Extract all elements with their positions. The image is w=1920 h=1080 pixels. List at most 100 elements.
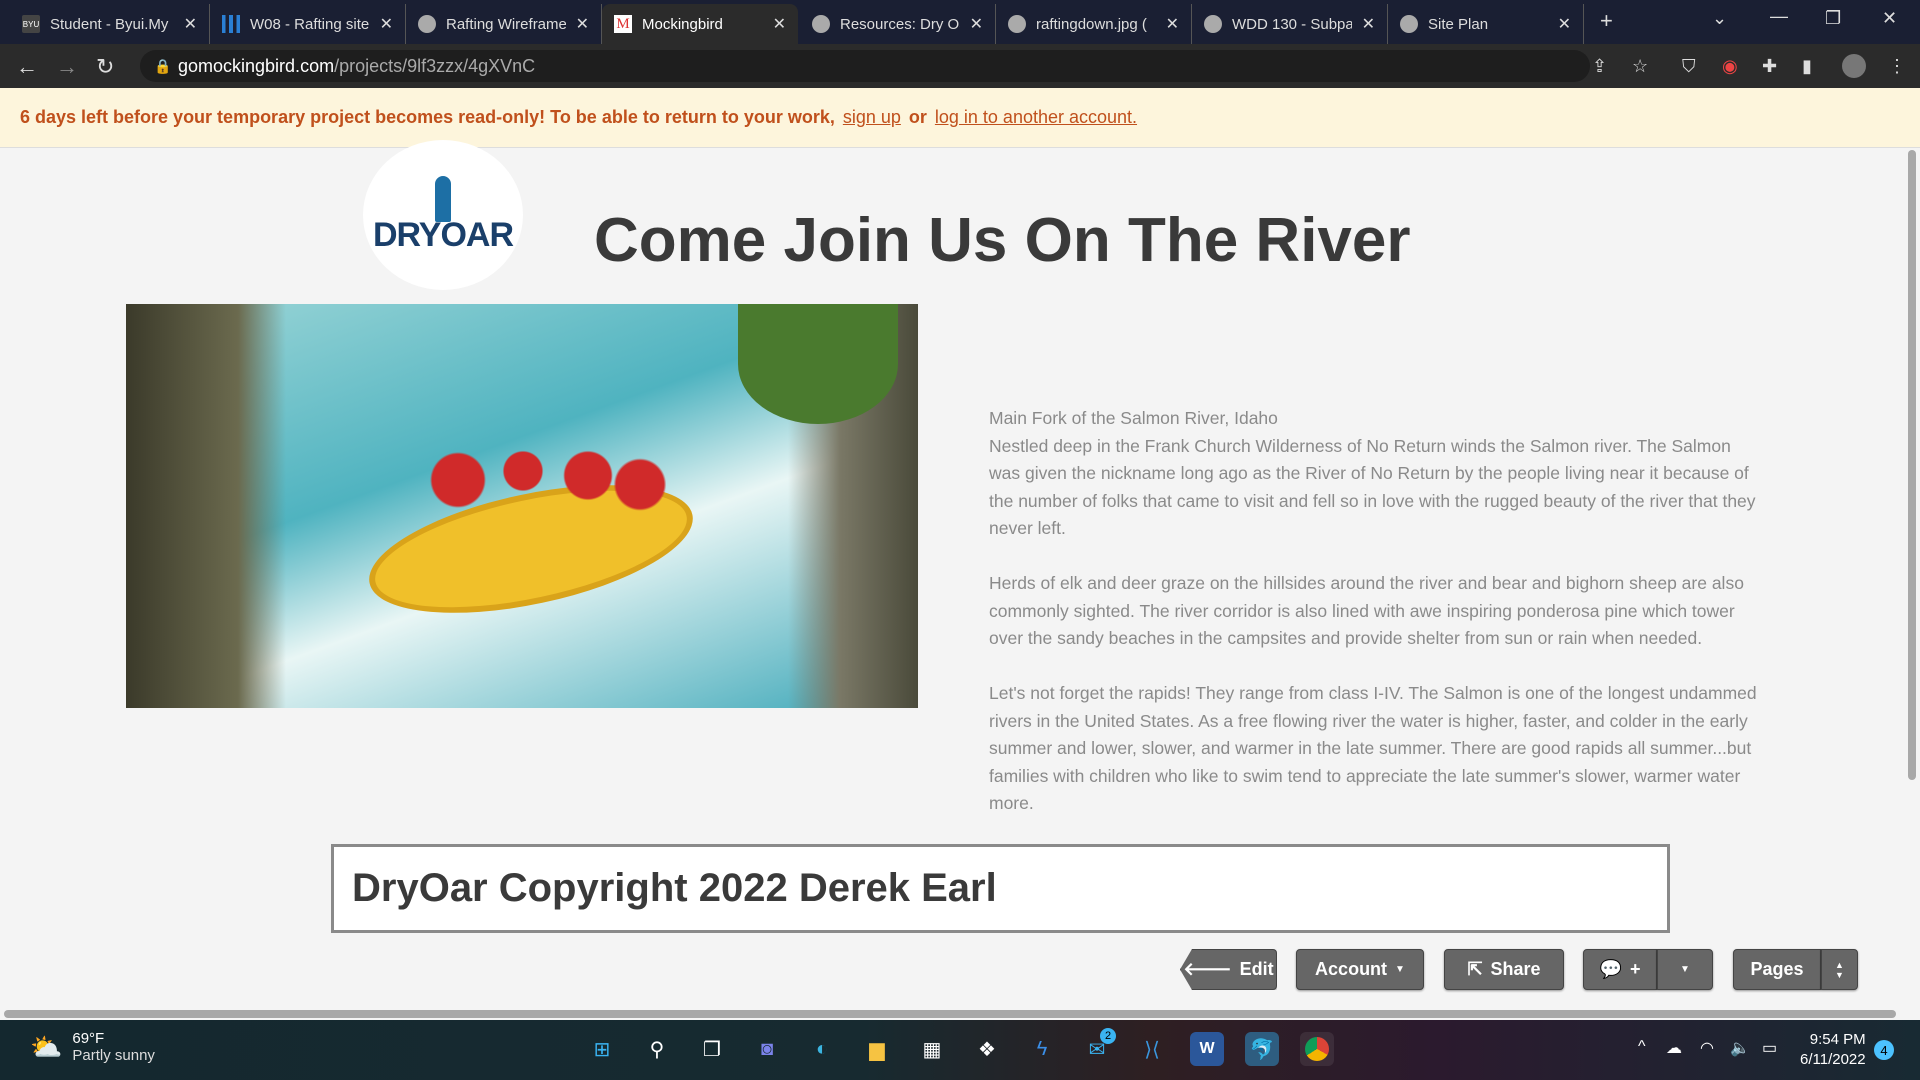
color-extension-icon[interactable]: ◉ <box>1722 56 1738 77</box>
close-icon[interactable]: ✕ <box>1362 14 1375 34</box>
tab-student-byui[interactable]: BYU Student - Byui.My ✕ <box>10 4 210 44</box>
window-close-icon[interactable]: ✕ <box>1882 8 1897 29</box>
tab-site-plan[interactable]: Site Plan ✕ <box>1388 4 1584 44</box>
paragraph: Nestled deep in the Frank Church Wildern… <box>989 435 1756 539</box>
caret-down-icon: ▼ <box>1680 964 1690 975</box>
mail-icon[interactable]: ✉ 2 <box>1080 1028 1116 1066</box>
microsoft-store-icon[interactable]: ▦ <box>915 1032 949 1066</box>
close-icon[interactable]: ✕ <box>1166 14 1179 34</box>
tab-mockingbird[interactable]: M Mockingbird ✕ <box>602 4 798 44</box>
rafters <box>406 444 666 534</box>
close-icon[interactable]: ✕ <box>1558 14 1571 34</box>
paragraph: Herds of elk and deer graze on the hills… <box>989 573 1744 648</box>
chart-icon <box>222 15 240 33</box>
clock[interactable]: 9:54 PM 6/11/2022 <box>1800 1030 1866 1070</box>
pages-button[interactable]: Pages <box>1733 949 1821 990</box>
tab-wdd130[interactable]: WDD 130 - Subpa ✕ <box>1192 4 1388 44</box>
close-icon[interactable]: ✕ <box>184 14 197 34</box>
caret-down-icon[interactable]: ▼ <box>1835 970 1844 980</box>
url-input[interactable]: 🔒 gomockingbird.com/projects/9lf3zzx/4gX… <box>140 50 1590 82</box>
word-icon[interactable]: W <box>1190 1032 1224 1066</box>
task-view-icon[interactable]: ❐ <box>695 1032 729 1066</box>
file-explorer-icon[interactable]: ▆ <box>860 1032 894 1066</box>
mail-badge: 2 <box>1100 1028 1116 1044</box>
tab-resources[interactable]: Resources: Dry Oar ✕ <box>800 4 996 44</box>
onedrive-cloud-icon[interactable]: ☁ <box>1666 1038 1682 1058</box>
lock-icon: 🔒 <box>154 57 172 74</box>
volume-icon[interactable]: 🔈 <box>1730 1038 1750 1058</box>
app-bolt-icon[interactable]: ϟ <box>1025 1032 1059 1066</box>
horizontal-scrollbar[interactable] <box>4 1010 1896 1018</box>
reload-icon[interactable]: ↻ <box>96 54 114 80</box>
forward-icon[interactable]: → <box>56 54 78 80</box>
paragraph: Let's not forget the rapids! They range … <box>989 683 1757 813</box>
restore-icon[interactable]: ❐ <box>1825 8 1841 29</box>
back-icon[interactable]: ← <box>16 54 38 80</box>
extensions-puzzle-icon[interactable]: ✚ <box>1762 56 1777 77</box>
rock-left <box>126 304 286 708</box>
byu-icon: BYU <box>22 15 40 33</box>
close-icon[interactable]: ✕ <box>576 14 589 34</box>
tree <box>738 304 898 424</box>
read-only-warning-banner: 6 days left before your temporary projec… <box>0 88 1920 148</box>
add-comment-button[interactable]: 💬 + <box>1583 949 1657 990</box>
weather-widget[interactable]: ⛅ 69°F Partly sunny <box>30 1030 155 1064</box>
start-windows-icon[interactable]: ⊞ <box>585 1032 619 1066</box>
tab-bar: BYU Student - Byui.My ✕ W08 - Rafting site… <box>0 0 1920 44</box>
account-button[interactable]: Account ▼ <box>1296 949 1424 990</box>
vertical-scrollbar[interactable] <box>1908 150 1916 780</box>
teams-chat-icon[interactable]: ◙ <box>750 1032 784 1066</box>
tab-raftingdown[interactable]: raftingdown.jpg (✕ <box>996 4 1192 44</box>
notification-badge[interactable]: 4 <box>1874 1040 1894 1060</box>
profile-avatar[interactable] <box>1842 54 1866 78</box>
side-panel-icon[interactable]: ▮ <box>1802 56 1812 77</box>
minimize-icon[interactable]: — <box>1770 6 1788 27</box>
river-description: Main Fork of the Salmon River, Idaho Nes… <box>989 405 1759 845</box>
partly-sunny-icon: ⛅ <box>30 1031 63 1062</box>
edge-icon[interactable]: ◐ <box>805 1032 839 1066</box>
caret-down-icon: ▼ <box>1395 964 1405 975</box>
arrow-left-icon: 🡐 <box>1183 959 1232 979</box>
vscode-icon[interactable]: ⟩⟨ <box>1135 1032 1169 1066</box>
search-icon[interactable]: ⚲ <box>640 1032 674 1066</box>
share-button[interactable]: ⇱ Share <box>1444 949 1564 990</box>
caret-up-icon[interactable]: ▲ <box>1835 960 1844 970</box>
chrome-icon[interactable] <box>1300 1032 1334 1066</box>
comment-dropdown-button[interactable]: ▼ <box>1657 949 1713 990</box>
battery-icon[interactable]: ▭ <box>1762 1038 1777 1058</box>
close-icon[interactable]: ✕ <box>380 14 393 34</box>
tab-w08[interactable]: W08 - Rafting site ✕ <box>210 4 406 44</box>
bookmark-star-icon[interactable]: ☆ <box>1632 56 1648 77</box>
share-icon: ⇱ <box>1467 959 1483 979</box>
dropbox-icon[interactable]: ❖ <box>970 1032 1004 1066</box>
rafting-photo <box>126 304 918 708</box>
pages-stepper[interactable]: ▲ ▼ <box>1821 949 1858 990</box>
copyright-footer: DryOar Copyright 2022 Derek Earl <box>331 844 1670 933</box>
new-tab-icon[interactable]: + <box>1600 8 1613 34</box>
mysql-workbench-icon[interactable]: 🐬 <box>1245 1032 1279 1066</box>
windows-taskbar: ⛅ 69°F Partly sunny ⊞ ⚲ ❐ ◙ ◐ ▆ ▦ ❖ ϟ ✉ 2 … <box>0 1020 1920 1080</box>
close-icon[interactable]: ✕ <box>773 14 786 34</box>
close-icon[interactable]: ✕ <box>970 14 983 34</box>
shield-extension-icon[interactable]: ⛉ <box>1682 56 1696 77</box>
share-page-icon[interactable]: ⇪ <box>1592 56 1607 77</box>
globe-icon <box>812 15 830 33</box>
mockingbird-icon: M <box>614 15 632 33</box>
show-hidden-icons-chevron[interactable]: ^ <box>1638 1038 1646 1056</box>
edit-button[interactable]: 🡐 Edit <box>1180 949 1277 990</box>
sign-up-link[interactable]: sign up <box>843 107 901 128</box>
globe-icon <box>1400 15 1418 33</box>
log-in-link[interactable]: log in to another account. <box>935 107 1137 128</box>
wifi-icon[interactable]: ◠ <box>1700 1038 1714 1058</box>
globe-icon <box>1008 15 1026 33</box>
globe-icon <box>1204 15 1222 33</box>
dryoar-logo: DRYOAR <box>363 140 523 290</box>
comment-bubble-icon: 💬 <box>1599 959 1622 979</box>
page-title: Come Join Us On The River <box>594 206 1411 275</box>
menu-kebab-icon[interactable]: ⋮ <box>1888 56 1906 77</box>
tab-search-icon[interactable]: ⌄ <box>1712 8 1727 29</box>
location-heading: Main Fork of the Salmon River, Idaho <box>989 408 1278 428</box>
tab-rafting-wireframe[interactable]: Rafting Wireframe ✕ <box>406 4 602 44</box>
address-bar-row: ← → ↻ 🔒 gomockingbird.com/projects/9lf3z… <box>0 44 1920 88</box>
globe-icon <box>418 15 436 33</box>
